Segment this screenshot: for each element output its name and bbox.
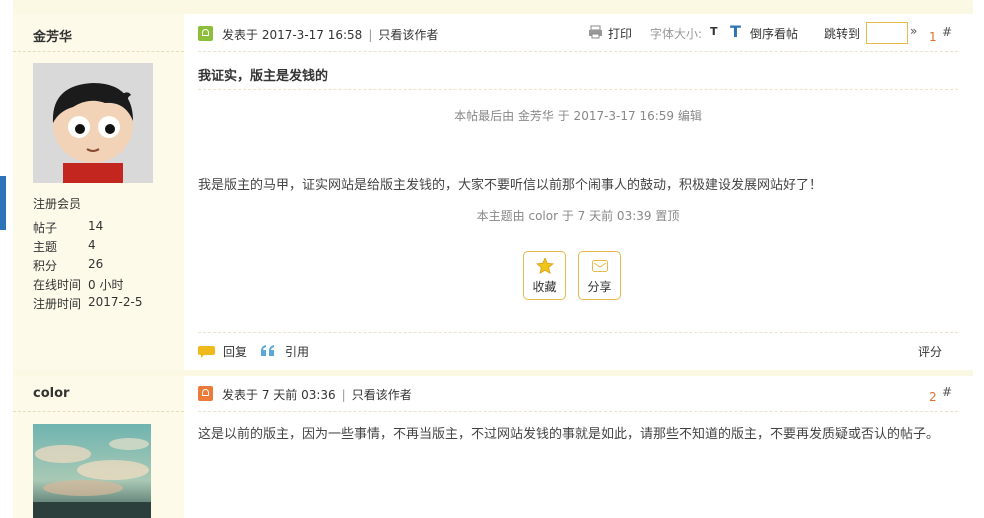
floor-number[interactable]: 2 xyxy=(929,390,937,404)
author-name[interactable]: color xyxy=(33,386,69,401)
online-status-icon xyxy=(198,26,213,41)
jump-go-button[interactable]: » xyxy=(910,24,917,38)
sticky-note: 本主题由 color 于 7 天前 03:39 置顶 xyxy=(476,209,680,223)
envelope-icon xyxy=(591,258,609,274)
stat-posts: 帖子 14 xyxy=(33,219,173,238)
sidebar-divider xyxy=(13,51,184,52)
stat-threads: 主题 4 xyxy=(33,238,173,257)
avatar[interactable] xyxy=(33,424,151,518)
stat-label: 积分 xyxy=(33,259,58,273)
font-size-label: 字体大小: xyxy=(650,27,703,41)
reply-button[interactable]: 回复 xyxy=(223,343,247,360)
divider xyxy=(198,411,958,412)
only-author-link[interactable]: 只看该作者 xyxy=(352,388,412,402)
stat-value: 0 小时 xyxy=(88,278,124,292)
rate-button[interactable]: 评分 xyxy=(918,343,942,360)
post-meta: 发表于 2017-3-17 16:58 | 只看该作者 xyxy=(222,28,439,42)
stat-value[interactable]: 4 xyxy=(88,238,96,252)
stat-register-date: 注册时间 2017-2-5 xyxy=(33,295,173,314)
post-actions-bar: 回复 引用 评分 xyxy=(198,341,958,363)
stat-label: 帖子 xyxy=(33,221,58,235)
favorite-label: 收藏 xyxy=(532,280,557,294)
print-button[interactable]: 打印 xyxy=(608,25,632,42)
only-author-link[interactable]: 只看该作者 xyxy=(378,28,438,42)
side-feedback-tab[interactable] xyxy=(0,176,6,230)
divider xyxy=(198,332,958,333)
quote-button[interactable]: 引用 xyxy=(285,343,309,360)
jump-to-floor-input[interactable] xyxy=(866,22,908,44)
stat-online-time: 在线时间 0 小时 xyxy=(33,276,173,295)
stat-value[interactable]: 14 xyxy=(88,219,103,233)
share-label: 分享 xyxy=(587,280,612,294)
offline-status-icon xyxy=(198,386,213,401)
print-icon[interactable] xyxy=(588,25,603,42)
star-icon xyxy=(535,256,554,275)
floor-hash: # xyxy=(942,385,953,399)
stat-label: 注册时间 xyxy=(33,297,82,311)
favorite-button[interactable]: 收藏 xyxy=(523,251,566,300)
stat-value: 2017-2-5 xyxy=(88,295,143,309)
stat-label: 主题 xyxy=(33,240,58,254)
divider xyxy=(198,89,958,90)
jump-to-label: 跳转到 xyxy=(824,27,861,41)
share-button[interactable]: 分享 xyxy=(578,251,621,300)
user-group[interactable]: 注册会员 xyxy=(33,195,81,212)
post-body: 我是版主的马甲，证实网站是给版主发钱的，大家不要听信以前那个闹事人的鼓动，积极建… xyxy=(198,178,823,193)
quote-icon[interactable] xyxy=(260,344,276,361)
avatar[interactable] xyxy=(33,63,153,183)
post-date: 发表于 2017-3-17 16:58 xyxy=(222,28,363,42)
thread-title: 我证实，版主是发钱的 xyxy=(198,69,329,84)
edit-note: 本帖最后由 金芳华 于 2017-3-17 16:59 编辑 xyxy=(454,109,702,123)
stat-credits: 积分 26 xyxy=(33,257,173,276)
post-body: 这是以前的版主，因为一些事情，不再当版主，不过网站发钱的事就是如此，请那些不知道… xyxy=(198,427,940,442)
sidebar-divider xyxy=(13,411,184,412)
floor-hash: # xyxy=(942,25,953,39)
post-meta: 发表于 7 天前 03:36 | 只看该作者 xyxy=(222,388,412,402)
stat-value[interactable]: 26 xyxy=(88,257,103,271)
author-name[interactable]: 金芳华 xyxy=(33,26,72,45)
top-strip xyxy=(13,0,973,14)
floor-number[interactable]: 1 xyxy=(929,30,937,44)
reply-icon[interactable] xyxy=(198,344,215,361)
reverse-order-icon[interactable]: T xyxy=(730,22,741,41)
font-size-toggle[interactable]: T xyxy=(710,25,718,38)
post-date: 发表于 7 天前 03:36 xyxy=(222,388,336,402)
reverse-order-button[interactable]: 倒序看帖 xyxy=(750,25,798,42)
divider xyxy=(198,51,958,52)
stat-label: 在线时间 xyxy=(33,278,82,292)
